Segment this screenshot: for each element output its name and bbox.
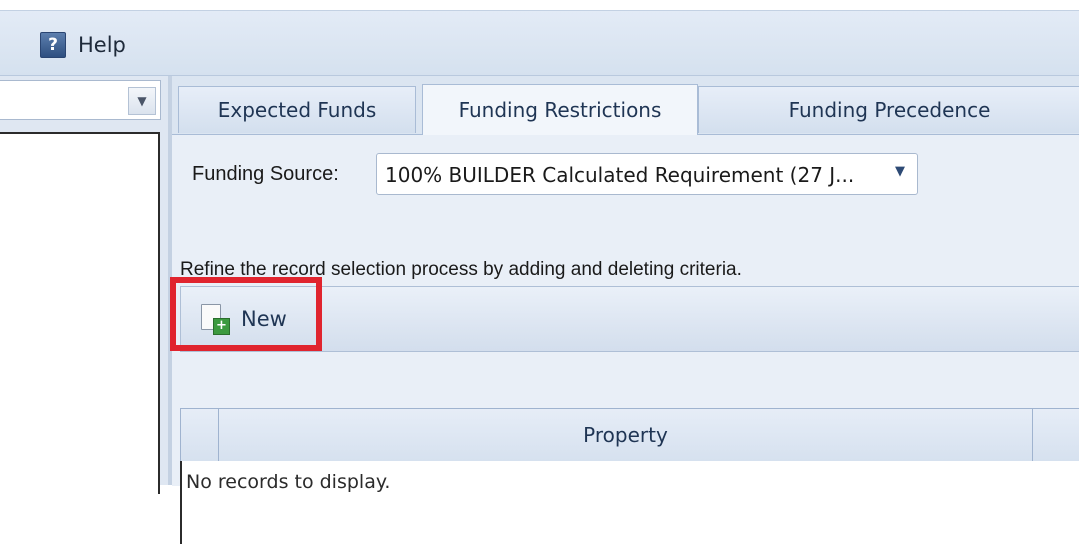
right-pane: Expected Funds Funding Restrictions Fund… <box>172 76 1079 544</box>
chevron-down-icon: ▼ <box>895 164 905 179</box>
new-button[interactable]: + New <box>199 303 287 335</box>
funding-source-label: Funding Source: <box>192 163 339 185</box>
left-dropdown[interactable]: ▼ <box>0 80 161 120</box>
tab-expected-funds[interactable]: Expected Funds <box>178 86 416 133</box>
grid-body: No records to display. <box>180 461 1079 544</box>
refine-instructions: Refine the record selection process by a… <box>180 259 742 280</box>
tab-content: Funding Source: 100% BUILDER Calculated … <box>172 134 1079 544</box>
new-button-label: New <box>241 307 287 331</box>
column-header-property[interactable]: Property <box>219 409 1033 461</box>
grid-header: Property <box>180 408 1079 462</box>
row-indicator-header <box>181 409 219 461</box>
tab-strip: Expected Funds Funding Restrictions Fund… <box>172 84 1079 135</box>
funding-source-value: 100% BUILDER Calculated Requirement (27 … <box>385 163 855 187</box>
menu-bar: ? Help <box>0 10 1079 76</box>
help-question-icon: ? <box>40 32 66 58</box>
left-pane: ▼ <box>0 76 168 494</box>
chevron-down-icon[interactable]: ▼ <box>128 87 156 115</box>
funding-source-dropdown[interactable]: 100% BUILDER Calculated Requirement (27 … <box>376 153 918 195</box>
new-document-icon: + <box>199 304 230 335</box>
empty-grid-message: No records to display. <box>186 471 391 493</box>
grid-toolbar: + New <box>180 286 1079 352</box>
help-label: Help <box>78 33 126 57</box>
left-tree-list[interactable] <box>0 132 160 494</box>
tab-funding-precedence[interactable]: Funding Precedence <box>698 86 1079 133</box>
help-menu-item[interactable]: ? Help <box>40 31 126 59</box>
tab-funding-restrictions[interactable]: Funding Restrictions <box>422 84 698 135</box>
